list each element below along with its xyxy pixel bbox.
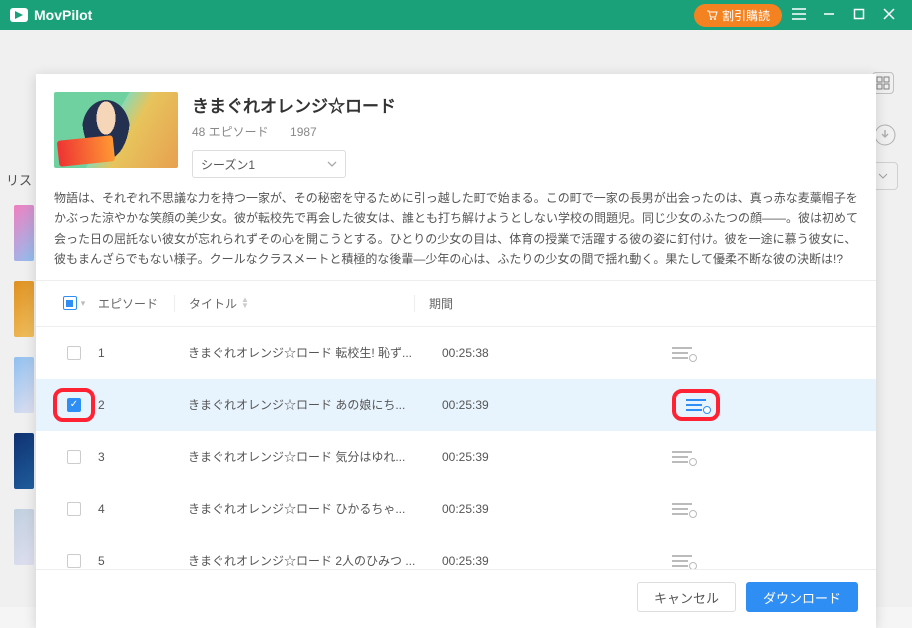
- episode-duration: 00:25:39: [428, 398, 658, 412]
- highlight-checkbox: [53, 388, 95, 422]
- select-all-checkbox[interactable]: [63, 296, 77, 310]
- minimize-button[interactable]: [816, 7, 842, 23]
- modal-footer: キャンセル ダウンロード: [36, 569, 876, 628]
- episode-number: 1: [94, 346, 174, 360]
- column-episode[interactable]: エピソード: [94, 295, 174, 312]
- season-select-value: シーズン1: [201, 156, 255, 173]
- menu-button[interactable]: [786, 7, 812, 24]
- promo-label: 割引購読: [722, 7, 770, 24]
- highlight-queue-button: [672, 389, 720, 421]
- chevron-down-icon[interactable]: ▾: [81, 298, 86, 309]
- row-checkbox[interactable]: [67, 346, 81, 360]
- queue-settings-icon[interactable]: [672, 451, 692, 463]
- row-checkbox[interactable]: [67, 554, 81, 568]
- episode-table: ▾ エピソード タイトル ▲▼ 期間 1: [36, 280, 876, 569]
- episode-duration: 00:25:38: [428, 346, 658, 360]
- synopsis: 物語は、それぞれ不思議な力を持つ一家が、その秘密を守るために引っ越した町で始まる…: [36, 188, 876, 280]
- app-logo-icon: [10, 8, 28, 22]
- show-title: きまぐれオレンジ☆ロード: [192, 92, 858, 117]
- episodes-count: 48 エピソード: [192, 125, 269, 139]
- table-row[interactable]: 5 きまぐれオレンジ☆ロード 2人のひみつ ... 00:25:39: [36, 535, 876, 569]
- episode-duration: 00:25:39: [428, 502, 658, 516]
- table-row[interactable]: 1 きまぐれオレンジ☆ロード 転校生! 恥ず... 00:25:38: [36, 327, 876, 379]
- show-year: 1987: [290, 125, 317, 139]
- episode-number: 5: [94, 554, 174, 568]
- cancel-button[interactable]: キャンセル: [637, 582, 736, 612]
- sort-icon: ▲▼: [241, 297, 249, 309]
- promo-button[interactable]: 割引購読: [694, 4, 782, 27]
- episode-number: 3: [94, 450, 174, 464]
- episode-title: きまぐれオレンジ☆ロード あの娘にち...: [174, 396, 428, 413]
- maximize-button[interactable]: [846, 7, 872, 23]
- download-button[interactable]: ダウンロード: [746, 582, 858, 612]
- table-body[interactable]: 1 きまぐれオレンジ☆ロード 転校生! 恥ず... 00:25:38: [36, 327, 876, 569]
- table-row[interactable]: 4 きまぐれオレンジ☆ロード ひかるちゃ... 00:25:39: [36, 483, 876, 535]
- show-meta: 48 エピソード 1987: [192, 123, 858, 140]
- row-checkbox[interactable]: [67, 502, 81, 516]
- table-header: ▾ エピソード タイトル ▲▼ 期間: [36, 281, 876, 327]
- queue-settings-icon[interactable]: [672, 503, 692, 515]
- modal-header: きまぐれオレンジ☆ロード 48 エピソード 1987 シーズン1: [36, 74, 876, 188]
- app-name: MovPilot: [34, 7, 92, 23]
- queue-settings-icon[interactable]: [672, 555, 692, 567]
- episode-duration: 00:25:39: [428, 450, 658, 464]
- queue-settings-icon[interactable]: [672, 347, 692, 359]
- chevron-down-icon: [327, 161, 337, 167]
- table-row[interactable]: 2 きまぐれオレンジ☆ロード あの娘にち... 00:25:39: [36, 379, 876, 431]
- episode-title: きまぐれオレンジ☆ロード 転校生! 恥ず...: [174, 344, 428, 361]
- episode-title: きまぐれオレンジ☆ロード ひかるちゃ...: [174, 500, 428, 517]
- row-checkbox[interactable]: [67, 398, 81, 412]
- season-select[interactable]: シーズン1: [192, 150, 346, 178]
- titlebar: MovPilot 割引購読: [0, 0, 912, 30]
- row-checkbox[interactable]: [67, 450, 81, 464]
- cart-icon: [706, 9, 718, 21]
- queue-settings-icon[interactable]: [686, 399, 706, 411]
- episode-title: きまぐれオレンジ☆ロード 2人のひみつ ...: [174, 552, 428, 569]
- close-button[interactable]: [876, 7, 902, 23]
- column-title[interactable]: タイトル ▲▼: [174, 295, 414, 312]
- episode-modal: きまぐれオレンジ☆ロード 48 エピソード 1987 シーズン1 物語は、それぞ…: [36, 74, 876, 628]
- modal-overlay: きまぐれオレンジ☆ロード 48 エピソード 1987 シーズン1 物語は、それぞ…: [0, 30, 912, 607]
- episode-number: 4: [94, 502, 174, 516]
- show-poster: [54, 92, 178, 168]
- episode-number: 2: [94, 398, 174, 412]
- column-duration[interactable]: 期間: [414, 295, 644, 312]
- table-row[interactable]: 3 きまぐれオレンジ☆ロード 気分はゆれ... 00:25:39: [36, 431, 876, 483]
- episode-title: きまぐれオレンジ☆ロード 気分はゆれ...: [174, 448, 428, 465]
- episode-duration: 00:25:39: [428, 554, 658, 568]
